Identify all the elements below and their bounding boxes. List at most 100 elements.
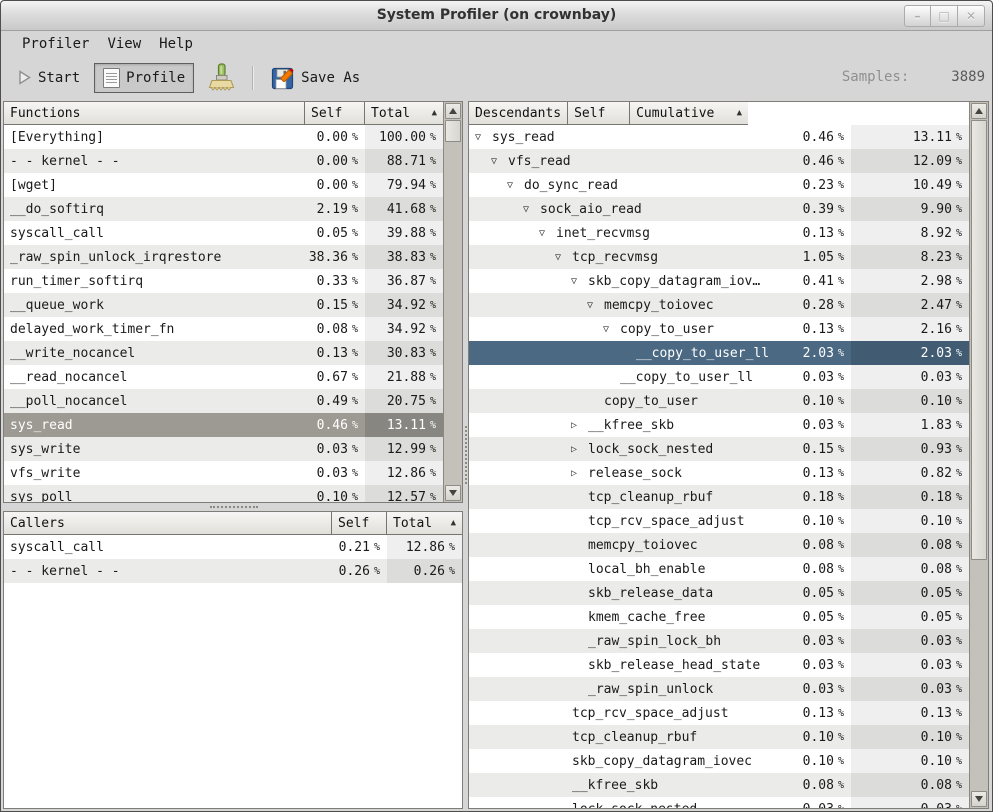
tree-row[interactable]: ▽do_sync_read0.23%10.49%	[469, 173, 969, 197]
expander-open-icon[interactable]: ▽	[491, 156, 508, 167]
tree-row[interactable]: skb_release_data0.05%0.05%	[469, 581, 969, 605]
expander-open-icon[interactable]: ▽	[603, 324, 620, 335]
percent-sign: %	[374, 542, 380, 553]
expander-open-icon[interactable]: ▽	[539, 228, 556, 239]
expander-collapsed-icon[interactable]: ▷	[571, 468, 588, 479]
menu-view[interactable]: View	[98, 33, 150, 55]
pane-splitter-vertical[interactable]	[463, 101, 468, 809]
table-row[interactable]: syscall_call0.05%39.88%	[4, 221, 443, 245]
table-row[interactable]: __do_softirq2.19%41.68%	[4, 197, 443, 221]
tree-row[interactable]: ▽copy_to_user0.13%2.16%	[469, 317, 969, 341]
tree-row[interactable]: kmem_cache_free0.05%0.05%	[469, 605, 969, 629]
tree-row[interactable]: skb_release_head_state0.03%0.03%	[469, 653, 969, 677]
table-row[interactable]: - - kernel - -0.26%0.26%	[4, 559, 462, 583]
expander-collapsed-icon[interactable]: ▷	[571, 444, 588, 455]
table-row[interactable]: sys_read0.46%13.11%	[4, 413, 443, 437]
pane-splitter-horizontal[interactable]	[3, 503, 463, 511]
tree-row[interactable]: tcp_rcv_space_adjust0.13%0.13%	[469, 701, 969, 725]
tree-row[interactable]: tcp_rcv_space_adjust0.10%0.10%	[469, 509, 969, 533]
expander-open-icon[interactable]: ▽	[587, 300, 604, 311]
table-row[interactable]: __write_nocancel0.13%30.83%	[4, 341, 443, 365]
descendants-scrollbar[interactable]	[969, 102, 988, 808]
percent-sign: %	[956, 300, 962, 311]
expander-open-icon[interactable]: ▽	[523, 204, 540, 215]
table-row[interactable]: [wget]0.00%79.94%	[4, 173, 443, 197]
reset-button[interactable]	[200, 59, 243, 96]
expander-open-icon[interactable]: ▽	[571, 276, 588, 287]
tree-row[interactable]: ▽sock_aio_read0.39%9.90%	[469, 197, 969, 221]
table-row[interactable]: - - kernel - -0.00%88.71%	[4, 149, 443, 173]
tree-row[interactable]: ▽tcp_recvmsg1.05%8.23%	[469, 245, 969, 269]
self-percent-value: 0.10	[803, 394, 834, 409]
tree-row[interactable]: skb_copy_datagram_iovec0.10%0.10%	[469, 749, 969, 773]
scroll-up-icon[interactable]	[445, 103, 461, 119]
expander-collapsed-icon[interactable]: ▷	[571, 420, 588, 431]
percent-sign: %	[956, 612, 962, 623]
tree-row[interactable]: tcp_cleanup_rbuf0.10%0.10%	[469, 725, 969, 749]
scroll-down-icon[interactable]	[971, 791, 987, 807]
minimize-button[interactable]: –	[904, 5, 931, 27]
expander-open-icon[interactable]: ▽	[555, 252, 572, 263]
save-as-button[interactable]: Save As	[263, 62, 368, 94]
tree-row[interactable]: ▷lock_sock_nested0.15%0.93%	[469, 437, 969, 461]
table-row[interactable]: sys_write0.03%12.99%	[4, 437, 443, 461]
scroll-up-icon[interactable]	[971, 103, 987, 119]
percent-sign: %	[430, 324, 436, 335]
tree-row[interactable]: tcp_cleanup_rbuf0.18%0.18%	[469, 485, 969, 509]
function-name-cell: _raw_spin_lock_bh	[469, 629, 789, 653]
self-percent-value: 0.13	[803, 466, 834, 481]
functions-scrollbar[interactable]	[443, 102, 462, 502]
table-row[interactable]: delayed_work_timer_fn0.08%34.92%	[4, 317, 443, 341]
title-bar[interactable]: System Profiler (on crownbay) – □ ✕	[1, 1, 992, 31]
maximize-button[interactable]: □	[931, 5, 958, 27]
scroll-down-icon[interactable]	[445, 485, 461, 501]
tree-row[interactable]: ▽skb_copy_datagram_iov…0.41%2.98%	[469, 269, 969, 293]
table-row[interactable]: run_timer_softirq0.33%36.87%	[4, 269, 443, 293]
tree-row[interactable]: __kfree_skb0.08%0.08%	[469, 773, 969, 797]
table-row[interactable]: __read_nocancel0.67%21.88%	[4, 365, 443, 389]
percent-sign: %	[838, 516, 844, 527]
table-row[interactable]: __poll_nocancel0.49%20.75%	[4, 389, 443, 413]
expander-open-icon[interactable]: ▽	[507, 180, 524, 191]
column-header-functions[interactable]: Functions	[4, 102, 305, 125]
scrollbar-thumb[interactable]	[445, 120, 461, 142]
expander-open-icon[interactable]: ▽	[475, 132, 492, 143]
column-header-callers[interactable]: Callers	[4, 512, 332, 535]
menu-profiler[interactable]: Profiler	[13, 33, 98, 55]
tree-row[interactable]: ▽vfs_read0.46%12.09%	[469, 149, 969, 173]
column-header-total[interactable]: Total ▲	[365, 102, 443, 125]
self-percent-cell: 0.05%	[789, 581, 851, 605]
start-button[interactable]: Start	[9, 66, 88, 90]
tree-row[interactable]: ▽inet_recvmsg0.13%8.92%	[469, 221, 969, 245]
tree-row[interactable]: ▷release_sock0.13%0.82%	[469, 461, 969, 485]
scrollbar-thumb[interactable]	[971, 120, 987, 560]
tree-row[interactable]: lock_sock_nested0.03%0.03%	[469, 797, 969, 808]
profile-toggle-button[interactable]: Profile	[94, 63, 194, 93]
tree-row[interactable]: local_bh_enable0.08%0.08%	[469, 557, 969, 581]
column-header-self[interactable]: Self	[332, 512, 387, 535]
table-row[interactable]: _raw_spin_unlock_irqrestore38.36%38.83%	[4, 245, 443, 269]
percent-sign: %	[956, 564, 962, 575]
tree-row[interactable]: copy_to_user0.10%0.10%	[469, 389, 969, 413]
table-row[interactable]: vfs_write0.03%12.86%	[4, 461, 443, 485]
table-row[interactable]: __queue_work0.15%34.92%	[4, 293, 443, 317]
column-header-self[interactable]: Self	[305, 102, 365, 125]
table-row[interactable]: syscall_call0.21%12.86%	[4, 535, 462, 559]
percent-sign: %	[430, 204, 436, 215]
tree-row[interactable]: __copy_to_user_ll2.03%2.03%	[469, 341, 969, 365]
column-header-total[interactable]: Total ▲	[387, 512, 462, 535]
tree-row[interactable]: _raw_spin_lock_bh0.03%0.03%	[469, 629, 969, 653]
tree-row[interactable]: _raw_spin_unlock0.03%0.03%	[469, 677, 969, 701]
tree-row[interactable]: memcpy_toiovec0.08%0.08%	[469, 533, 969, 557]
table-row[interactable]: [Everything]0.00%100.00%	[4, 125, 443, 149]
tree-row[interactable]: ▽memcpy_toiovec0.28%2.47%	[469, 293, 969, 317]
column-header-self[interactable]: Self	[568, 102, 630, 125]
table-row[interactable]: sys_poll0.10%12.57%	[4, 485, 443, 502]
tree-row[interactable]: ▽sys_read0.46%13.11%	[469, 125, 969, 149]
tree-row[interactable]: __copy_to_user_ll0.03%0.03%	[469, 365, 969, 389]
close-button[interactable]: ✕	[958, 5, 985, 27]
menu-help[interactable]: Help	[150, 33, 202, 55]
column-header-cumulative[interactable]: Cumulative ▲	[630, 102, 748, 125]
column-header-descendants[interactable]: Descendants	[469, 102, 568, 125]
tree-row[interactable]: ▷__kfree_skb0.03%1.83%	[469, 413, 969, 437]
